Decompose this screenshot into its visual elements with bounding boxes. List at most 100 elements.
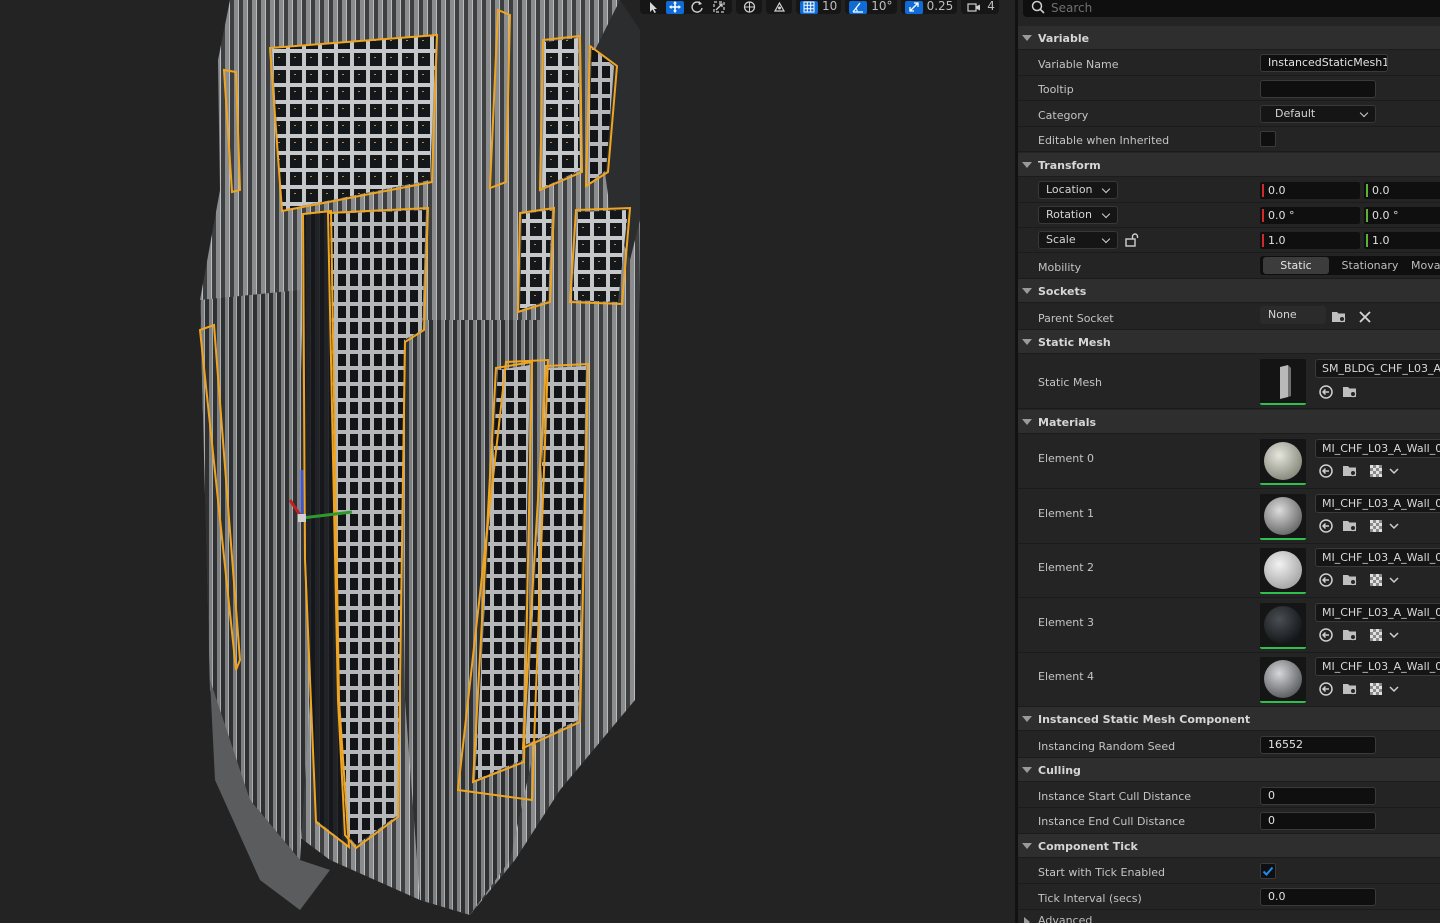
editable-inherited-checkbox[interactable] (1260, 131, 1276, 147)
scale-x-field[interactable]: 1.0 (1260, 232, 1360, 249)
checker-texture-icon[interactable] (1368, 572, 1384, 588)
collapse-arrow-icon[interactable] (1022, 339, 1032, 345)
material-thumbnail[interactable] (1260, 439, 1306, 485)
use-selected-icon[interactable] (1318, 627, 1334, 643)
checker-texture-icon[interactable] (1368, 627, 1384, 643)
use-selected-icon[interactable] (1318, 463, 1334, 479)
checker-texture-icon[interactable] (1368, 463, 1384, 479)
section-transform[interactable]: Transform (1018, 153, 1440, 177)
scale-label: Scale (1046, 233, 1076, 246)
chevron-down-icon[interactable] (1386, 627, 1402, 643)
mobility-static-option[interactable]: Static (1263, 257, 1329, 274)
building-mesh-render[interactable] (0, 0, 1015, 923)
browse-folder-icon[interactable] (1342, 627, 1358, 643)
grid-snap-value[interactable]: 10 (822, 0, 837, 12)
camera-speed-icon[interactable] (965, 1, 983, 14)
use-selected-icon[interactable] (1318, 681, 1334, 697)
use-selected-icon[interactable] (1318, 518, 1334, 534)
collapse-arrow-icon[interactable] (1022, 35, 1032, 41)
translate-mode-icon[interactable] (666, 0, 684, 14)
material-thumbnail[interactable] (1260, 548, 1306, 594)
checker-texture-icon[interactable] (1368, 518, 1384, 534)
section-component-tick[interactable]: Component Tick (1018, 834, 1440, 858)
scale-y-field[interactable]: 1.0 (1364, 232, 1440, 249)
use-selected-icon[interactable] (1318, 572, 1334, 588)
rotate-mode-icon[interactable] (688, 1, 706, 14)
start-tick-checkbox[interactable] (1260, 863, 1276, 879)
location-dropdown[interactable]: Location (1038, 181, 1118, 199)
material-thumbnail[interactable] (1260, 494, 1306, 540)
scale-dropdown[interactable]: Scale (1038, 231, 1118, 249)
mobility-movable-option[interactable]: Movab (1410, 257, 1440, 274)
checker-texture-icon[interactable] (1368, 681, 1384, 697)
chevron-down-icon[interactable] (1386, 681, 1402, 697)
rotation-y-field[interactable]: 0.0 ° (1364, 207, 1440, 224)
collapse-arrow-icon[interactable] (1022, 767, 1032, 773)
static-mesh-thumbnail[interactable] (1260, 359, 1306, 405)
surface-snapping-icon[interactable] (770, 1, 788, 14)
rotation-x-field[interactable]: 0.0 ° (1260, 207, 1360, 224)
end-cull-field[interactable]: 0 (1260, 812, 1376, 830)
rotation-snap-icon[interactable] (849, 0, 868, 14)
material-asset-field[interactable]: MI_CHF_L03_A_Wall_01_2 (1315, 548, 1440, 567)
browse-folder-icon[interactable] (1342, 384, 1358, 400)
location-x-field[interactable]: 0.0 (1260, 182, 1360, 199)
row-mobility: Mobility Static Stationary Movab (1018, 253, 1440, 279)
clear-x-icon[interactable] (1357, 309, 1373, 325)
section-ismc[interactable]: Instanced Static Mesh Component (1018, 707, 1440, 731)
level-viewport[interactable]: 10 10° 0.25 4 (0, 0, 1015, 923)
material-asset-field[interactable]: MI_CHF_L03_A_Wall_01_4 (1315, 657, 1440, 676)
tooltip-field[interactable] (1260, 80, 1376, 98)
section-variable[interactable]: Variable (1018, 26, 1440, 50)
section-static-mesh[interactable]: Static Mesh (1018, 330, 1440, 354)
camera-speed-value[interactable]: 4 (987, 0, 995, 12)
search-input[interactable] (1051, 0, 1431, 16)
rotation-dropdown[interactable]: Rotation (1038, 206, 1118, 224)
select-mode-icon[interactable] (644, 1, 662, 14)
expand-arrow-icon[interactable] (1024, 917, 1030, 923)
section-culling[interactable]: Culling (1018, 758, 1440, 782)
static-mesh-asset-field[interactable]: SM_BLDG_CHF_L03_A_Wa (1315, 359, 1440, 378)
variable-name-field[interactable]: InstancedStaticMesh12 (1260, 54, 1388, 72)
material-element-label: Element 1 (1038, 507, 1095, 520)
grid-snap-group: 10 (796, 0, 842, 14)
section-materials[interactable]: Materials (1018, 410, 1440, 434)
start-cull-field[interactable]: 0 (1260, 787, 1376, 805)
browse-folder-icon[interactable] (1342, 681, 1358, 697)
collapse-arrow-icon[interactable] (1022, 162, 1032, 168)
chevron-down-icon[interactable] (1386, 518, 1402, 534)
random-seed-field[interactable]: 16552 (1260, 736, 1376, 754)
material-asset-field[interactable]: MI_CHF_L03_A_Wall_01_0 (1315, 439, 1440, 458)
use-selected-icon[interactable] (1318, 384, 1334, 400)
scale-mode-icon[interactable] (710, 1, 728, 14)
tick-interval-field[interactable]: 0.0 (1260, 888, 1376, 906)
rotation-snap-value[interactable]: 10° (871, 0, 892, 12)
collapse-arrow-icon[interactable] (1022, 288, 1032, 294)
chevron-down-icon[interactable] (1386, 572, 1402, 588)
collapse-arrow-icon[interactable] (1022, 419, 1032, 425)
location-y-field[interactable]: 0.0 (1364, 182, 1440, 199)
browse-folder-icon[interactable] (1342, 572, 1358, 588)
material-thumbnail[interactable] (1260, 603, 1306, 649)
category-label: Category (1038, 109, 1089, 122)
viewport-toolbar: 10 10° 0.25 4 (640, 0, 999, 14)
parent-socket-field[interactable]: None (1260, 306, 1326, 324)
browse-folder-icon[interactable] (1331, 309, 1347, 325)
chevron-down-icon[interactable] (1386, 463, 1402, 479)
collapse-arrow-icon[interactable] (1022, 843, 1032, 849)
browse-folder-icon[interactable] (1342, 518, 1358, 534)
material-asset-field[interactable]: MI_CHF_L03_A_Wall_01_3 (1315, 603, 1440, 622)
category-dropdown[interactable]: Default (1260, 105, 1376, 123)
unlock-icon[interactable] (1124, 232, 1140, 248)
mobility-stationary-option[interactable]: Stationary (1330, 257, 1410, 274)
world-space-icon[interactable] (740, 1, 758, 14)
material-thumbnail[interactable] (1260, 657, 1306, 703)
section-sockets[interactable]: Sockets (1018, 279, 1440, 303)
collapse-arrow-icon[interactable] (1022, 716, 1032, 722)
material-asset-field[interactable]: MI_CHF_L03_A_Wall_01_1 (1315, 494, 1440, 513)
section-advanced[interactable]: Advanced (1018, 910, 1440, 923)
browse-folder-icon[interactable] (1342, 463, 1358, 479)
scale-snap-value[interactable]: 0.25 (927, 0, 954, 12)
grid-snap-icon[interactable] (800, 0, 818, 14)
scale-snap-icon[interactable] (904, 0, 923, 14)
